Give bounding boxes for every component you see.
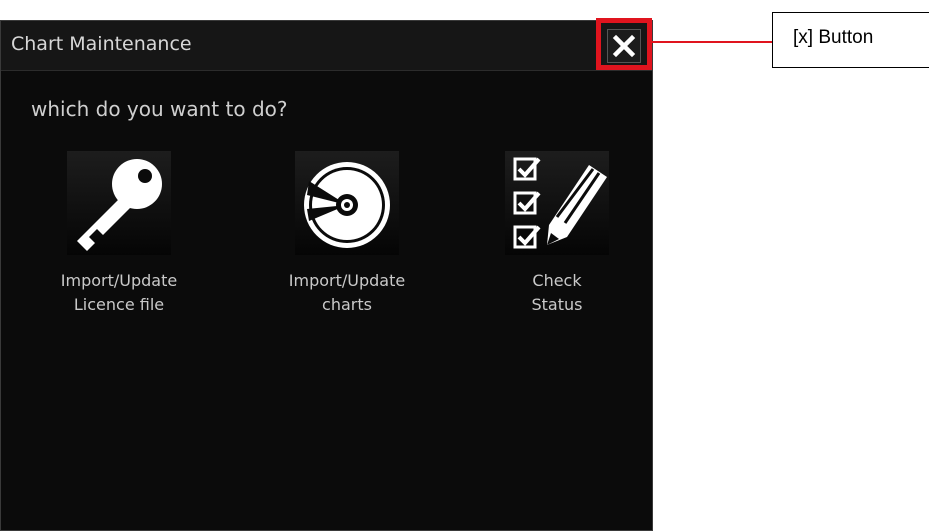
callout-text: [x] Button xyxy=(793,27,874,48)
import-licence-option[interactable]: Import/Update Licence file xyxy=(37,151,197,341)
dialog-prompt: which do you want to do? xyxy=(31,97,288,121)
disc-icon xyxy=(295,151,399,255)
check-status-option[interactable]: Check Status xyxy=(475,151,635,341)
chart-maintenance-dialog: Chart Maintenance which do you want to d… xyxy=(0,20,653,531)
import-charts-label: Import/Update charts xyxy=(288,271,406,314)
import-charts-option[interactable]: Import/Update charts xyxy=(265,151,425,341)
dialog-titlebar: Chart Maintenance xyxy=(1,21,652,71)
dialog-title: Chart Maintenance xyxy=(11,33,192,55)
check-status-label: Check Status xyxy=(531,271,583,314)
import-licence-label: Import/Update Licence file xyxy=(60,271,178,314)
key-icon xyxy=(67,151,171,255)
checklist-pencil-icon xyxy=(505,151,609,255)
callout-box: [x] Button xyxy=(772,12,929,68)
close-button-highlight xyxy=(596,18,652,70)
callout-line xyxy=(652,41,772,43)
